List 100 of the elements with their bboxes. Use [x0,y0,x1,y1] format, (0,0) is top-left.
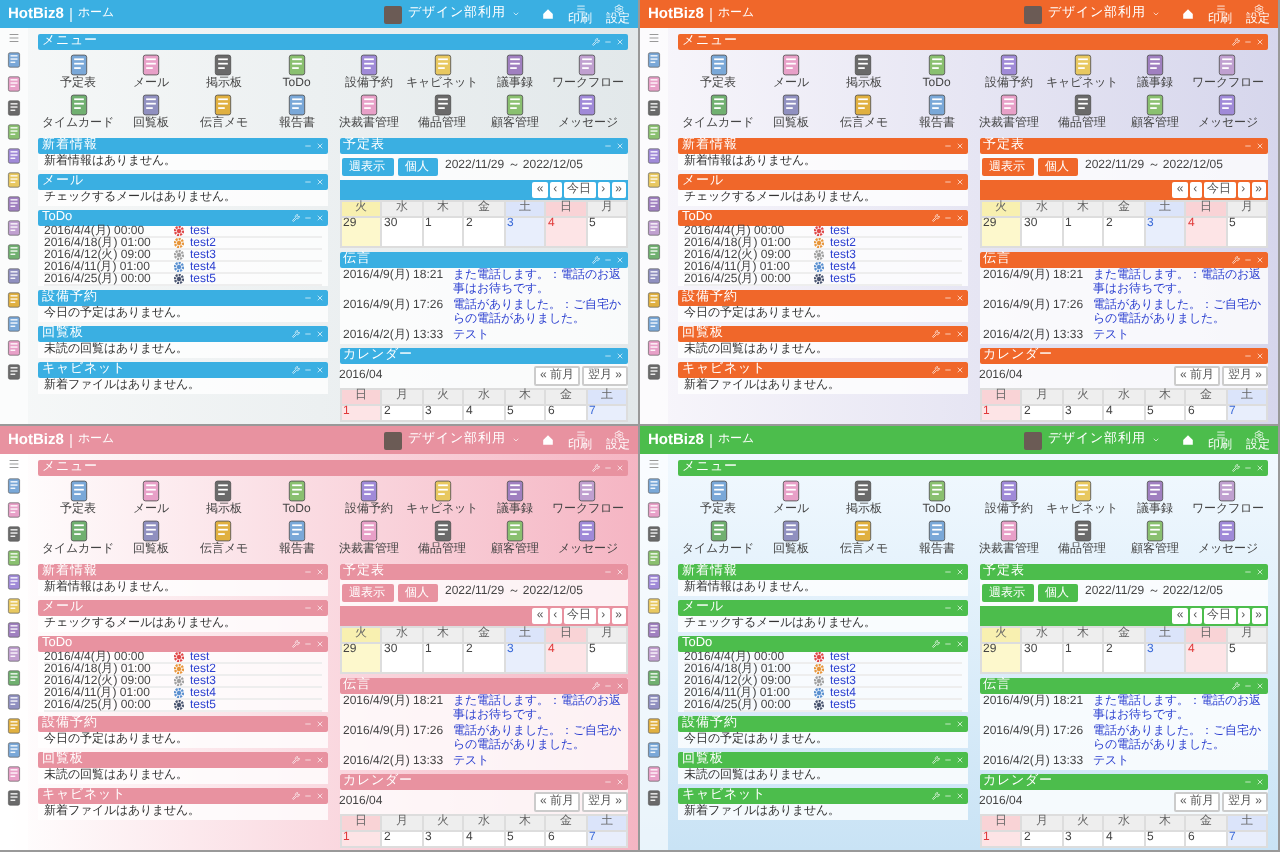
minimize-icon[interactable] [1244,568,1252,576]
minimize-icon[interactable] [1244,142,1252,150]
wrench-icon[interactable] [1232,682,1240,690]
minimize-icon[interactable] [943,756,951,764]
avatar[interactable] [384,431,402,449]
minimize-icon[interactable] [1244,38,1252,46]
document-icon [6,622,22,638]
document-icon [6,550,22,566]
document-icon [140,520,163,542]
avatar[interactable] [1024,431,1042,449]
document-icon [6,742,22,758]
document-icon [780,520,803,542]
minimize-icon[interactable] [1244,464,1252,472]
document-icon [1216,520,1239,542]
document-icon [285,94,308,116]
minimize-icon[interactable] [943,604,951,612]
document-icon [285,480,308,502]
menu-icon[interactable] [648,32,660,44]
minimize-icon[interactable] [1244,256,1252,264]
minimize-icon[interactable] [303,604,311,612]
minimize-icon[interactable] [303,178,311,186]
home-icon[interactable] [1182,434,1194,446]
minimize-icon[interactable] [604,256,612,264]
home-icon[interactable] [542,8,554,20]
document-icon [780,54,803,76]
wrench-icon[interactable] [1232,38,1240,46]
menu-icon[interactable] [8,458,20,470]
minimize-icon[interactable] [943,214,951,222]
document-icon [646,550,662,566]
minimize-icon[interactable] [943,792,951,800]
minimize-icon[interactable] [303,294,311,302]
wrench-icon[interactable] [931,640,939,648]
minimize-icon[interactable] [943,640,951,648]
document-icon [503,480,526,502]
minimize-icon[interactable] [303,720,311,728]
document-icon [998,480,1021,502]
minimize-icon[interactable] [303,214,311,222]
minimize-icon[interactable] [943,178,951,186]
minimize-icon[interactable] [604,778,612,786]
wrench-icon[interactable] [931,366,939,374]
minimize-icon[interactable] [943,366,951,374]
wrench-icon[interactable] [592,682,600,690]
wrench-icon[interactable] [1232,464,1240,472]
document-icon [6,52,22,68]
wrench-icon[interactable] [931,792,939,800]
wrench-icon[interactable] [291,792,299,800]
wrench-icon[interactable] [291,214,299,222]
minimize-icon[interactable] [303,330,311,338]
document-icon [212,520,235,542]
wrench-icon[interactable] [291,756,299,764]
wrench-icon[interactable] [291,330,299,338]
document-icon [6,172,22,188]
wrench-icon[interactable] [931,756,939,764]
home-icon[interactable] [542,434,554,446]
document-icon [576,54,599,76]
minimize-icon[interactable] [1244,352,1252,360]
minimize-icon[interactable] [303,792,311,800]
minimize-icon[interactable] [604,142,612,150]
wrench-icon[interactable] [931,330,939,338]
minimize-icon[interactable] [943,330,951,338]
document-icon [646,292,662,308]
wrench-icon[interactable] [291,366,299,374]
minimize-icon[interactable] [303,366,311,374]
wrench-icon[interactable] [592,38,600,46]
menu-icon[interactable] [8,32,20,44]
document-icon [1216,54,1239,76]
minimize-icon[interactable] [604,682,612,690]
minimize-icon[interactable] [303,568,311,576]
avatar[interactable] [1024,5,1042,23]
wrench-icon[interactable] [592,256,600,264]
wrench-icon[interactable] [1232,256,1240,264]
document-icon [6,694,22,710]
minimize-icon[interactable] [303,640,311,648]
document-icon [646,244,662,260]
minimize-icon[interactable] [604,464,612,472]
minimize-icon[interactable] [303,756,311,764]
minimize-icon[interactable] [604,568,612,576]
document-icon [212,94,235,116]
document-icon [646,148,662,164]
minimize-icon[interactable] [943,568,951,576]
document-icon [431,54,454,76]
wrench-icon[interactable] [592,464,600,472]
minimize-icon[interactable] [1244,682,1252,690]
wrench-icon[interactable] [291,640,299,648]
minimize-icon[interactable] [604,38,612,46]
document-icon [646,268,662,284]
document-icon [285,54,308,76]
wrench-icon[interactable] [931,214,939,222]
minimize-icon[interactable] [943,720,951,728]
avatar[interactable] [384,5,402,23]
document-icon [6,598,22,614]
home-icon[interactable] [1182,8,1194,20]
menu-icon[interactable] [648,458,660,470]
document-icon [925,94,948,116]
minimize-icon[interactable] [303,142,311,150]
document-icon [707,94,730,116]
minimize-icon[interactable] [1244,778,1252,786]
minimize-icon[interactable] [943,294,951,302]
minimize-icon[interactable] [943,142,951,150]
minimize-icon[interactable] [604,352,612,360]
